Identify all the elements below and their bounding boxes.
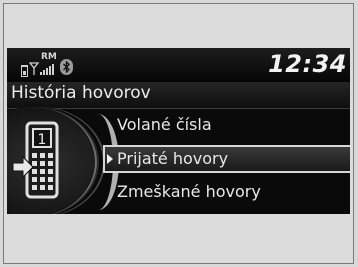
menu-item-label: Volané čísla: [117, 115, 212, 134]
roaming-indicator: RM: [41, 52, 57, 62]
signal-strength-icon: [29, 62, 54, 75]
bluetooth-icon: [60, 59, 73, 75]
status-bar: RM 12:34: [7, 48, 350, 82]
phone-badge-number: 1: [38, 132, 47, 148]
phone-icon: 1: [12, 121, 59, 199]
menu-item-label: Zmeškané hovory: [117, 182, 261, 201]
menu-area: 1 Volané čísla Prijaté hovory Zmeškané h…: [7, 107, 350, 214]
menu-item-received-calls[interactable]: Prijaté hovory: [103, 145, 350, 173]
battery-icon: [21, 65, 28, 77]
menu-item-dialed-numbers[interactable]: Volané čísla: [113, 111, 349, 139]
page-title: História hovorov: [11, 83, 151, 103]
selection-pointer-icon: [107, 154, 125, 164]
clock: 12:34: [268, 50, 347, 78]
title-bar: História hovorov: [7, 82, 350, 109]
display-screen: RM 12:34 História hovorov 1 Volané čísla…: [7, 48, 350, 214]
menu-item-missed-calls[interactable]: Zmeškané hovory: [113, 178, 349, 206]
